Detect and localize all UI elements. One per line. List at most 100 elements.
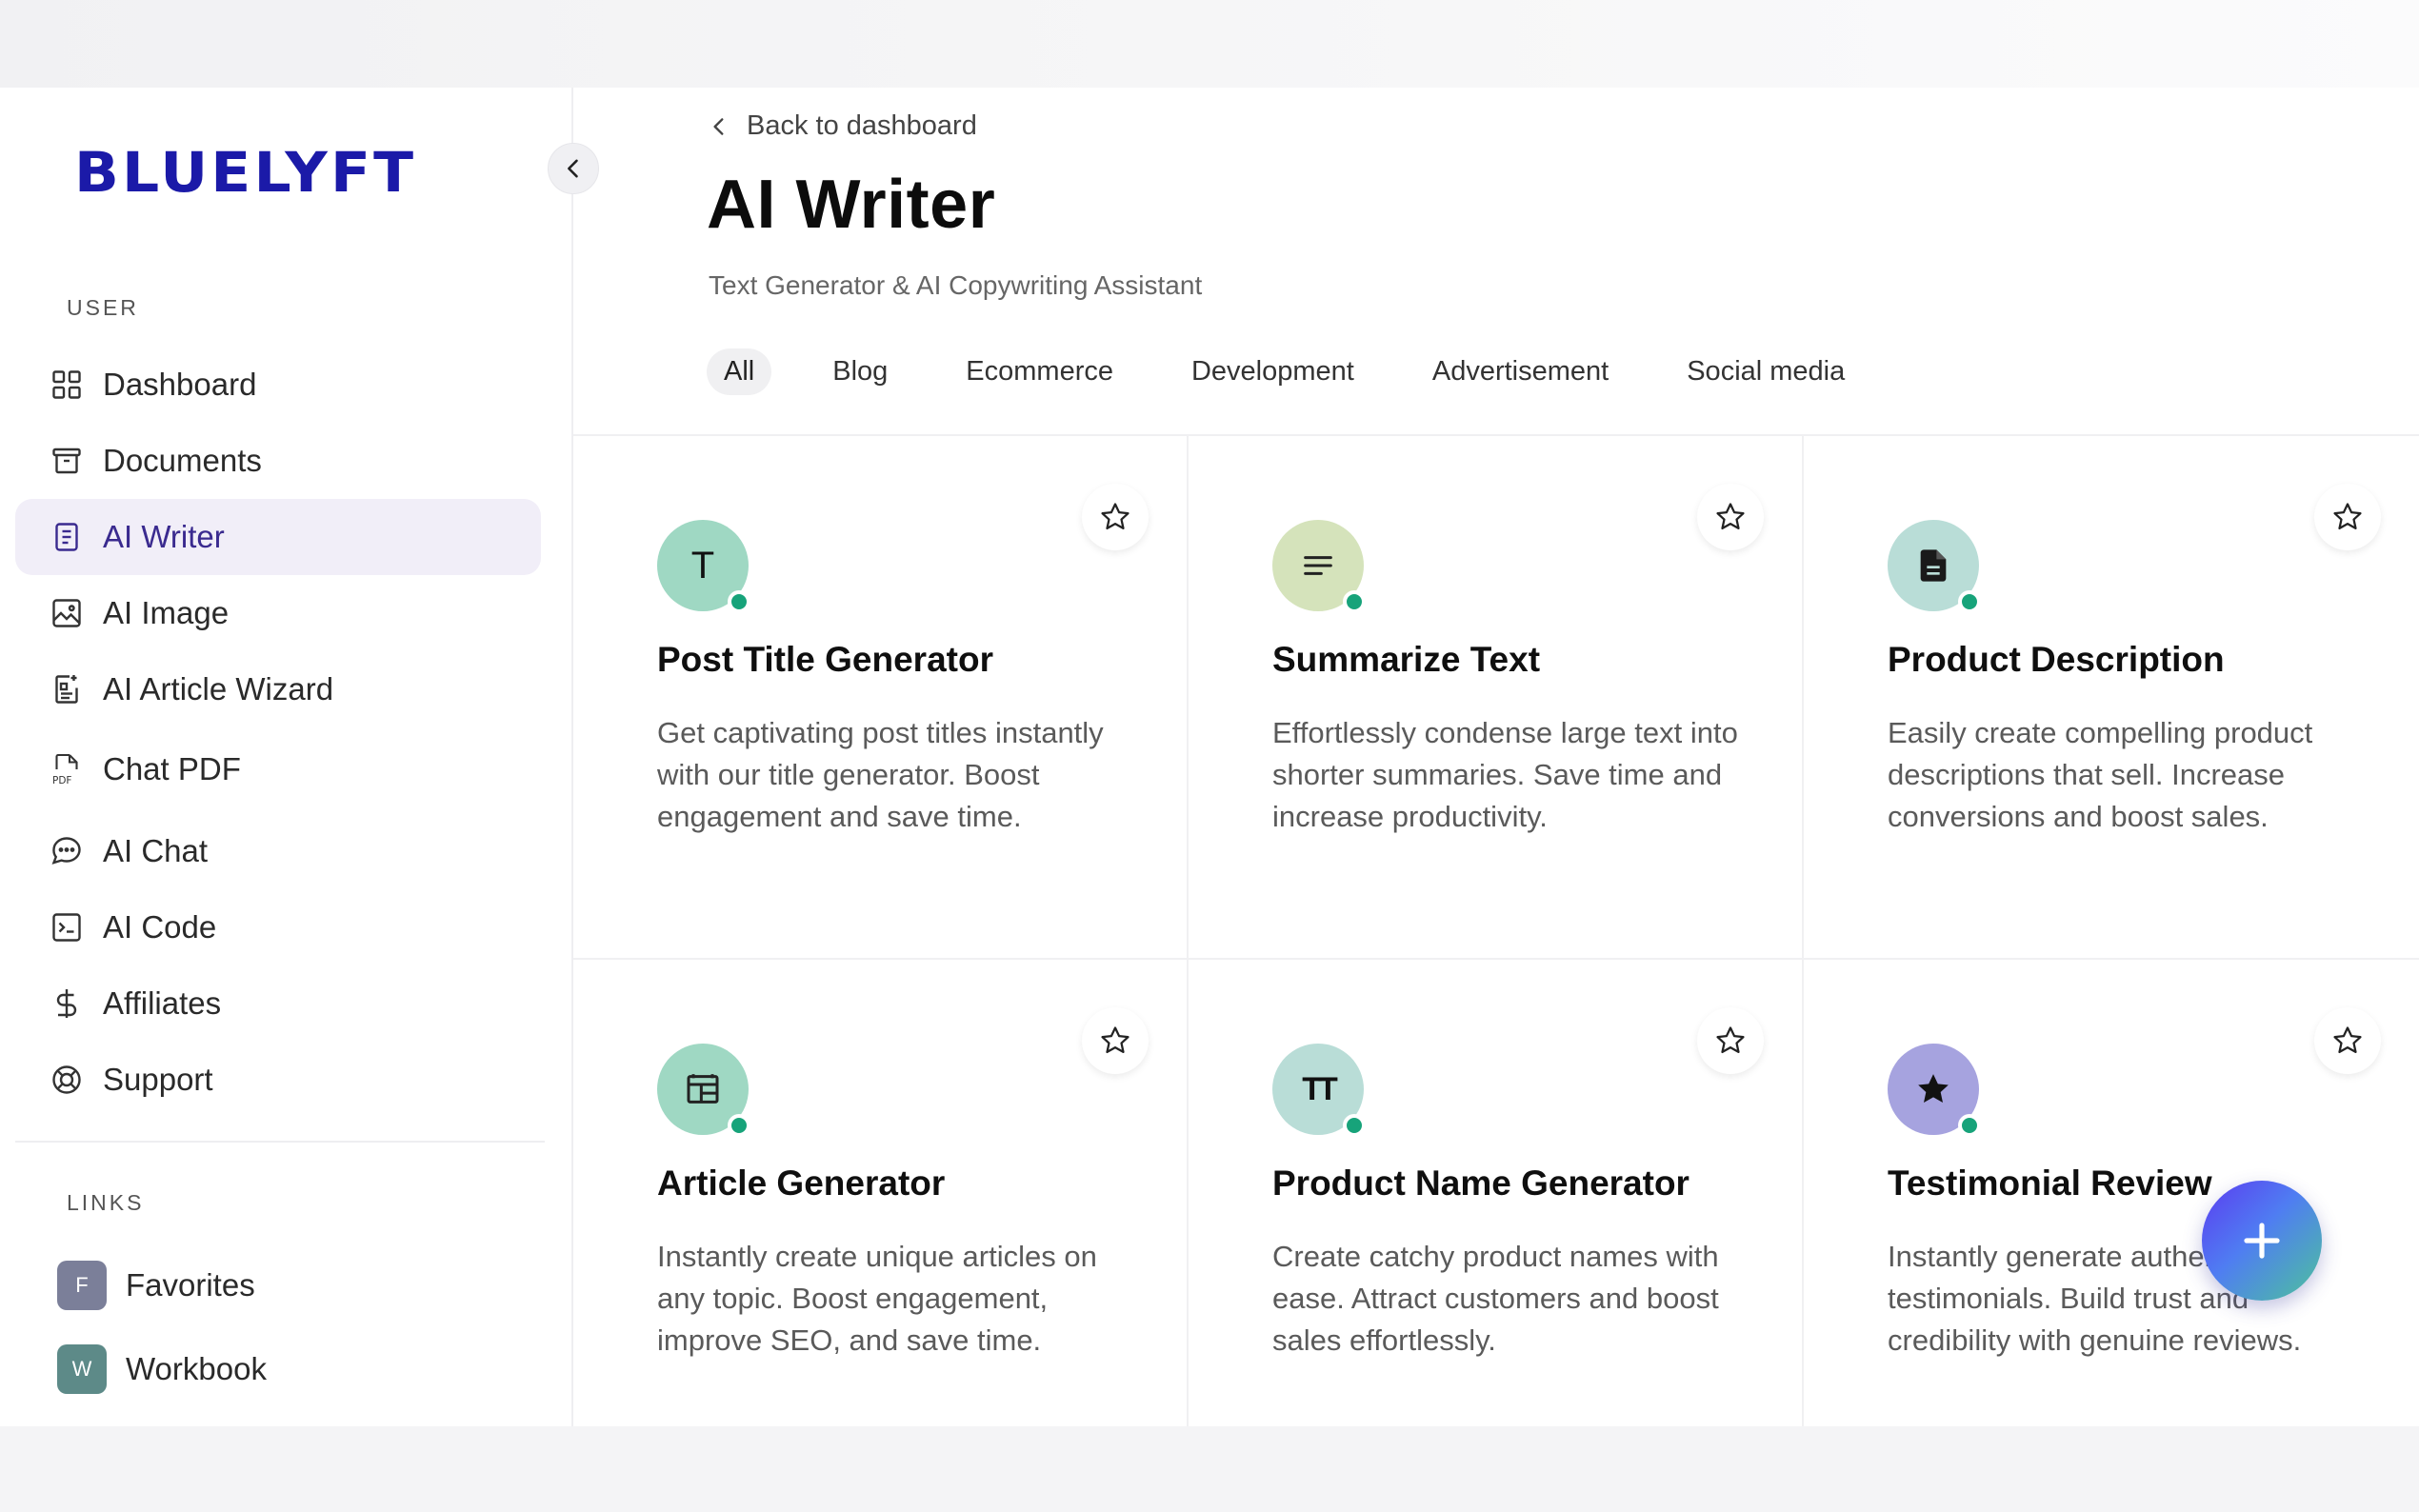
status-dot <box>1343 1114 1366 1137</box>
sidebar-collapse-button[interactable] <box>548 143 599 194</box>
workbook-badge: W <box>57 1344 107 1394</box>
sidebar-item-label: Documents <box>103 443 262 478</box>
links-section-label: LINKS <box>67 1190 145 1215</box>
create-new-button[interactable] <box>2202 1181 2322 1301</box>
sidebar-item-affiliates[interactable]: Affiliates <box>15 965 541 1042</box>
sidebar-item-label: Affiliates <box>103 985 222 1021</box>
sidebar-item-ai-writer[interactable]: AI Writer <box>15 499 541 575</box>
chevron-left-icon <box>568 159 578 178</box>
tab-all[interactable]: All <box>707 348 772 395</box>
sidebar-item-label: AI Image <box>103 595 230 630</box>
sidebar-item-support[interactable]: Support <box>15 1042 541 1118</box>
link-item-label: Workbook <box>126 1351 267 1386</box>
card-title: Testimonial Review <box>1888 1164 2212 1203</box>
chat-icon <box>48 832 86 870</box>
star-outline-icon <box>1101 503 1130 530</box>
brand-logo[interactable]: BLUELYFT <box>74 140 416 205</box>
card-description: Instantly create unique articles on any … <box>657 1240 1097 1357</box>
user-section-label: USER <box>67 295 139 320</box>
star-filled-icon <box>1888 1044 1981 1137</box>
back-to-dashboard-link[interactable]: Back to dashboard <box>707 110 977 142</box>
sidebar-item-label: AI Writer <box>103 519 225 554</box>
favorite-button[interactable] <box>1082 484 1149 550</box>
card-description: Effortlessly condense large text into sh… <box>1272 716 1738 833</box>
card-title: Post Title Generator <box>657 640 993 679</box>
template-card-product-name-generator[interactable]: TT Product Name Generator Create catchy … <box>1189 960 1804 1426</box>
sidebar-item-ai-code[interactable]: AI Code <box>15 889 541 965</box>
star-outline-icon <box>1101 1026 1130 1054</box>
sidebar-item-documents[interactable]: Documents <box>15 423 541 499</box>
browser-top-bar <box>0 0 2419 88</box>
card-description: Easily create compelling product descrip… <box>1888 716 2313 833</box>
card-icon-glyph: TT <box>1302 1070 1337 1107</box>
sidebar-item-dashboard[interactable]: Dashboard <box>15 347 541 423</box>
star-outline-icon <box>2333 503 2362 530</box>
star-outline-icon <box>1716 503 1745 530</box>
file-icon <box>1888 520 1981 613</box>
back-link-label: Back to dashboard <box>747 110 977 141</box>
link-item-label: Favorites <box>126 1267 255 1303</box>
sidebar-item-label: Chat PDF <box>103 751 241 786</box>
status-dot <box>728 1114 750 1137</box>
grid-icon <box>48 366 86 404</box>
sidebar-item-label: AI Article Wizard <box>103 671 334 706</box>
template-grid: T Post Title Generator Get captivating p… <box>573 436 2419 1426</box>
sidebar-item-label: Support <box>103 1062 213 1097</box>
pdf-icon: PDF <box>48 750 86 788</box>
sidebar-item-ai-chat[interactable]: AI Chat <box>15 813 541 889</box>
sidebar-item-ai-image[interactable]: AI Image <box>15 575 541 651</box>
tab-advertisement[interactable]: Advertisement <box>1415 348 1626 395</box>
favorite-button[interactable] <box>1697 484 1764 550</box>
sidebar-divider <box>15 1141 545 1143</box>
page-title: AI Writer <box>707 167 996 243</box>
sidebar-item-ai-article-wizard[interactable]: AI Article Wizard <box>15 651 541 727</box>
link-item-favorites[interactable]: F Favorites <box>57 1257 255 1314</box>
card-description: Get captivating post titles instantly wi… <box>657 716 1104 833</box>
status-dot <box>1958 1114 1981 1137</box>
star-outline-icon <box>1716 1026 1745 1054</box>
chevron-left-icon <box>713 117 724 135</box>
status-dot <box>728 590 750 613</box>
favorite-button[interactable] <box>2314 484 2381 550</box>
tab-blog[interactable]: Blog <box>815 348 905 395</box>
card-title: Summarize Text <box>1272 640 1541 679</box>
document-icon <box>48 518 86 556</box>
text-size-icon: TT <box>1272 1044 1366 1137</box>
card-title: Product Description <box>1888 640 2225 679</box>
sidebar-item-label: AI Chat <box>103 833 209 868</box>
card-title: Product Name Generator <box>1272 1164 1689 1203</box>
layout-icon <box>657 1044 750 1137</box>
lines-icon <box>1272 520 1366 613</box>
sidebar-item-label: AI Code <box>103 909 217 945</box>
card-description: Create catchy product names with ease. A… <box>1272 1240 1719 1357</box>
letter-t-icon: T <box>657 520 750 613</box>
plus-icon <box>2244 1223 2280 1259</box>
status-dot <box>1343 590 1366 613</box>
svg-text:PDF: PDF <box>52 775 71 786</box>
tab-ecommerce[interactable]: Ecommerce <box>949 348 1130 395</box>
link-item-workbook[interactable]: W Workbook <box>57 1341 267 1398</box>
card-icon-glyph: T <box>690 544 715 587</box>
image-icon <box>48 594 86 632</box>
card-title: Article Generator <box>657 1164 946 1203</box>
archive-icon <box>48 442 86 480</box>
template-card-post-title-generator[interactable]: T Post Title Generator Get captivating p… <box>573 436 1189 960</box>
main-content: Back to dashboard AI Writer Text Generat… <box>573 88 2419 1426</box>
template-card-summarize-text[interactable]: Summarize Text Effortlessly condense lar… <box>1189 436 1804 960</box>
tab-social-media[interactable]: Social media <box>1669 348 1862 395</box>
template-card-article-generator[interactable]: Article Generator Instantly create uniqu… <box>573 960 1189 1426</box>
sidebar: BLUELYFT USER Dashboard Documents AI Wri… <box>0 88 599 1426</box>
favorite-button[interactable] <box>2314 1007 2381 1074</box>
favorite-button[interactable] <box>1697 1007 1764 1074</box>
page-subtitle: Text Generator & AI Copywriting Assistan… <box>709 270 1203 300</box>
template-card-product-description[interactable]: Product Description Easily create compel… <box>1804 436 2419 960</box>
sidebar-item-label: Dashboard <box>103 367 257 402</box>
status-dot <box>1958 590 1981 613</box>
favorite-button[interactable] <box>1082 1007 1149 1074</box>
star-outline-icon <box>2333 1026 2362 1054</box>
tab-development[interactable]: Development <box>1174 348 1371 395</box>
wizard-icon <box>48 670 86 708</box>
sidebar-item-chat-pdf[interactable]: PDF Chat PDF <box>15 731 541 807</box>
template-card-testimonial-review[interactable]: Testimonial Review Instantly generate au… <box>1804 960 2419 1426</box>
lifebuoy-icon <box>48 1061 86 1099</box>
